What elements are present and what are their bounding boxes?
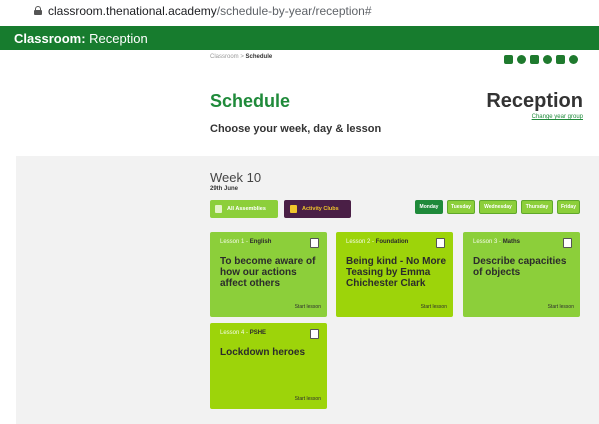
lesson-meta: Lesson 1 - English bbox=[220, 239, 272, 245]
day-tab-friday[interactable]: Friday bbox=[557, 200, 580, 214]
chat-icon bbox=[310, 329, 319, 339]
lesson-meta: Lesson 2 - Foundation bbox=[346, 239, 409, 245]
start-lesson-link[interactable]: Start lesson bbox=[421, 304, 447, 310]
site-brand[interactable]: Classroom: Reception bbox=[14, 31, 148, 46]
day-tab-thursday[interactable]: Thursday bbox=[521, 200, 553, 214]
start-lesson-link[interactable]: Start lesson bbox=[295, 304, 321, 310]
breadcrumb-classroom[interactable]: Classroom bbox=[210, 54, 239, 60]
lesson-card-3[interactable]: Lesson 3 - Maths Describe capacities of … bbox=[463, 232, 580, 317]
page-subtitle: Choose your week, day & lesson bbox=[210, 123, 382, 135]
page-title: Schedule bbox=[210, 91, 291, 111]
lesson-title: Lockdown heroes bbox=[220, 347, 306, 358]
lesson-card-1[interactable]: Lesson 1 - English To become aware of ho… bbox=[210, 232, 327, 317]
url-text[interactable]: classroom.thenational.academy/schedule-b… bbox=[48, 4, 372, 18]
lesson-meta: Lesson 4 - PSHE bbox=[220, 330, 267, 336]
day-tab-tuesday[interactable]: Tuesday bbox=[447, 200, 475, 214]
schedule-section: Week 10 29th June All Assemblies Activit… bbox=[16, 156, 599, 424]
twitter-icon[interactable] bbox=[530, 55, 539, 64]
activity-clubs-button[interactable]: Activity Clubs bbox=[284, 200, 351, 218]
youtube-icon[interactable] bbox=[556, 55, 565, 64]
lesson-title: Being kind - No More Teasing by Emma Chi… bbox=[346, 256, 446, 289]
day-tab-wednesday[interactable]: Wednesday bbox=[479, 200, 517, 214]
change-year-link[interactable]: Change year group bbox=[532, 114, 583, 120]
breadcrumb: Classroom > Schedule bbox=[210, 54, 273, 60]
assembly-icon bbox=[215, 205, 222, 213]
facebook-icon[interactable] bbox=[504, 55, 513, 64]
ruler-icon bbox=[563, 238, 572, 248]
lesson-title: Describe capacities of objects bbox=[473, 256, 567, 278]
all-assemblies-button[interactable]: All Assemblies bbox=[210, 200, 278, 218]
day-tab-monday[interactable]: Monday bbox=[415, 200, 443, 214]
social-links bbox=[504, 55, 578, 64]
microscope-icon bbox=[436, 238, 445, 248]
lesson-card-2[interactable]: Lesson 2 - Foundation Being kind - No Mo… bbox=[336, 232, 453, 317]
page-header: Classroom > Schedule Schedule Reception … bbox=[16, 50, 599, 156]
site-top-bar: Classroom: Reception bbox=[0, 26, 599, 50]
lock-icon bbox=[34, 6, 42, 15]
start-lesson-link[interactable]: Start lesson bbox=[548, 304, 574, 310]
website-icon[interactable] bbox=[569, 55, 578, 64]
book-icon bbox=[310, 238, 319, 248]
lesson-card-4[interactable]: Lesson 4 - PSHE Lockdown heroes Start le… bbox=[210, 323, 327, 409]
browser-url-bar[interactable]: classroom.thenational.academy/schedule-b… bbox=[0, 0, 599, 22]
breadcrumb-current: Schedule bbox=[245, 54, 273, 60]
week-label: Week 10 bbox=[210, 170, 262, 185]
instagram-icon[interactable] bbox=[543, 55, 552, 64]
start-lesson-link[interactable]: Start lesson bbox=[295, 396, 321, 402]
lesson-title: To become aware of how our actions affec… bbox=[220, 256, 316, 289]
lesson-meta: Lesson 3 - Maths bbox=[473, 239, 521, 245]
week-date: 29th June bbox=[210, 186, 239, 192]
pinterest-icon[interactable] bbox=[517, 55, 526, 64]
year-group-title: Reception bbox=[486, 90, 583, 112]
clubs-icon bbox=[290, 205, 297, 213]
